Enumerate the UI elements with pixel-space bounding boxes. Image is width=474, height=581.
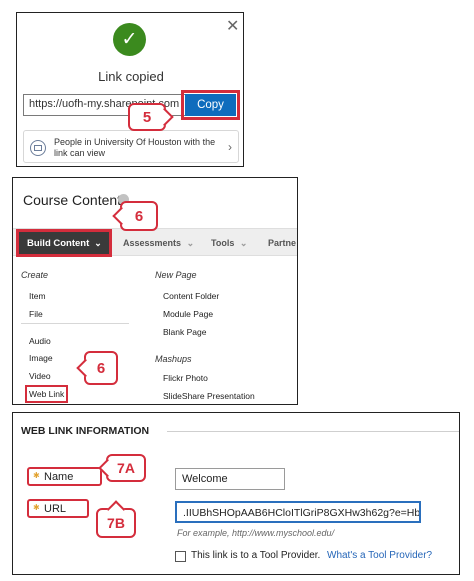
step-callout-7a: 7A	[106, 454, 146, 482]
chevron-down-icon: ⌄	[186, 238, 195, 248]
people-icon	[30, 140, 46, 156]
menu-item-audio[interactable]: Audio	[29, 336, 51, 346]
required-icon: ✱	[33, 471, 40, 480]
required-icon: ✱	[33, 503, 40, 512]
menu-item-blank-page[interactable]: Blank Page	[163, 327, 206, 337]
name-label: ✱ Name	[27, 467, 102, 486]
content-menubar: Build Content ⌄ Assessments ⌄ Tools ⌄ Pa…	[13, 228, 297, 257]
menu-item-file[interactable]: File	[29, 309, 43, 319]
menu-divider	[21, 323, 129, 324]
chevron-down-icon: ⌄	[239, 238, 248, 248]
url-field[interactable]: .IIUBhSHOpAAB6HCloITlGriP8GXHw3h62g?e=Hb…	[175, 501, 421, 523]
step-callout-6-weblink: 6	[84, 351, 118, 385]
dialog-title: Link copied	[98, 69, 164, 84]
menu-item-slideshare[interactable]: SlideShare Presentation	[163, 391, 255, 401]
url-hint: For example, http://www.myschool.edu/	[177, 528, 335, 538]
menu-item-image[interactable]: Image	[29, 353, 53, 363]
menu-item-flickr-photo[interactable]: Flickr Photo	[163, 373, 208, 383]
build-content-label: Build Content	[27, 237, 90, 249]
new-page-section-header: New Page	[155, 270, 197, 280]
tab-assessments[interactable]: Assessments ⌄	[123, 238, 194, 249]
tab-tools[interactable]: Tools ⌄	[211, 238, 247, 249]
tab-partner[interactable]: Partne	[268, 238, 296, 248]
chevron-right-icon: ›	[228, 140, 232, 154]
menu-item-content-folder[interactable]: Content Folder	[163, 291, 219, 301]
link-copied-dialog: ✕ ✓ Link copied https://uofh-my.sharepoi…	[16, 12, 244, 167]
create-section-header: Create	[21, 270, 49, 280]
page-title: Course Content	[23, 192, 122, 208]
chevron-down-icon: ⌄	[94, 237, 102, 248]
step-callout-5: 5	[128, 103, 166, 131]
section-header: WEB LINK INFORMATION	[21, 425, 150, 437]
step-callout-7b: 7B	[96, 508, 136, 538]
success-check-icon: ✓	[113, 23, 146, 56]
tab-assessments-label: Assessments	[123, 238, 182, 248]
web-link-form: WEB LINK INFORMATION ✱ Name Welcome ✱ UR…	[12, 412, 460, 575]
close-icon[interactable]: ✕	[226, 16, 239, 36]
mashups-section-header: Mashups	[155, 354, 192, 364]
menu-item-video[interactable]: Video	[29, 371, 51, 381]
name-field[interactable]: Welcome	[175, 468, 285, 490]
share-link-field[interactable]: https://uofh-my.sharepoint.com	[23, 94, 203, 116]
tab-tools-label: Tools	[211, 238, 235, 248]
header-divider	[167, 431, 459, 432]
step-callout-6-build: 6	[120, 201, 158, 231]
copy-button[interactable]: Copy	[181, 90, 240, 120]
menu-item-web-link[interactable]: Web Link	[24, 385, 69, 403]
tool-provider-checkbox[interactable]	[175, 551, 186, 562]
url-label-text: URL	[44, 502, 67, 515]
link-permission-row[interactable]: People in University Of Houston with the…	[23, 130, 239, 163]
menu-item-module-page[interactable]: Module Page	[163, 309, 213, 319]
build-content-button[interactable]: Build Content ⌄	[16, 229, 112, 257]
tool-provider-help-link[interactable]: What's a Tool Provider?	[327, 550, 432, 561]
menu-item-item[interactable]: Item	[29, 291, 46, 301]
url-label: ✱ URL	[27, 499, 89, 518]
link-permission-text: People in University Of Houston with the…	[54, 137, 216, 158]
name-label-text: Name	[44, 470, 74, 483]
tool-provider-label: This link is to a Tool Provider.	[191, 550, 321, 561]
